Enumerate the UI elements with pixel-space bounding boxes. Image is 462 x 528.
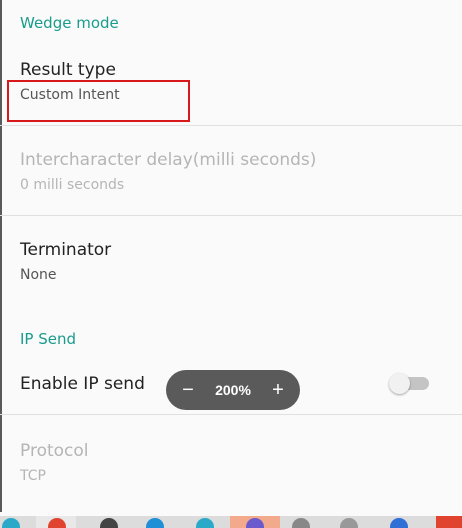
pref-terminator[interactable]: Terminator None <box>20 240 462 284</box>
taskbar-app-icon[interactable] <box>100 518 118 528</box>
pref-result-type-title: Result type <box>20 60 116 80</box>
taskbar-app-icon[interactable] <box>390 518 408 528</box>
zoom-level: 200% <box>215 382 251 398</box>
taskbar-app-icon[interactable] <box>146 518 164 528</box>
divider <box>0 414 462 415</box>
taskbar <box>0 516 462 528</box>
taskbar-app-icon[interactable] <box>292 518 310 528</box>
enable-ip-send-switch[interactable] <box>389 373 431 394</box>
taskbar-app-icon[interactable] <box>196 518 214 528</box>
taskbar-app-icon[interactable] <box>436 516 462 528</box>
pref-intercharacter-delay: Intercharacter delay(milli seconds) 0 mi… <box>20 150 462 194</box>
settings-screen: Wedge mode Result type Custom Intent Int… <box>0 0 462 528</box>
zoom-in-button[interactable]: + <box>268 380 288 400</box>
taskbar-app-icon[interactable] <box>2 518 20 528</box>
window-edge <box>0 0 2 512</box>
taskbar-app-icon[interactable] <box>340 518 358 528</box>
pref-terminator-title: Terminator <box>20 240 112 260</box>
zoom-control: − 200% + <box>166 370 300 410</box>
divider <box>0 215 462 216</box>
divider <box>0 125 462 126</box>
zoom-out-button[interactable]: − <box>178 380 198 400</box>
pref-protocol-title: Protocol <box>20 441 89 461</box>
section-header-wedge-mode: Wedge mode <box>20 14 119 32</box>
section-header-ip-send: IP Send <box>20 330 77 348</box>
pref-protocol: Protocol TCP <box>20 441 462 485</box>
pref-terminator-summary: None <box>20 267 57 283</box>
highlight-annotation <box>7 80 190 122</box>
pref-intercharacter-delay-title: Intercharacter delay(milli seconds) <box>20 150 317 170</box>
pref-intercharacter-delay-summary: 0 milli seconds <box>20 177 125 193</box>
pref-protocol-summary: TCP <box>20 468 46 484</box>
switch-thumb <box>389 373 410 394</box>
